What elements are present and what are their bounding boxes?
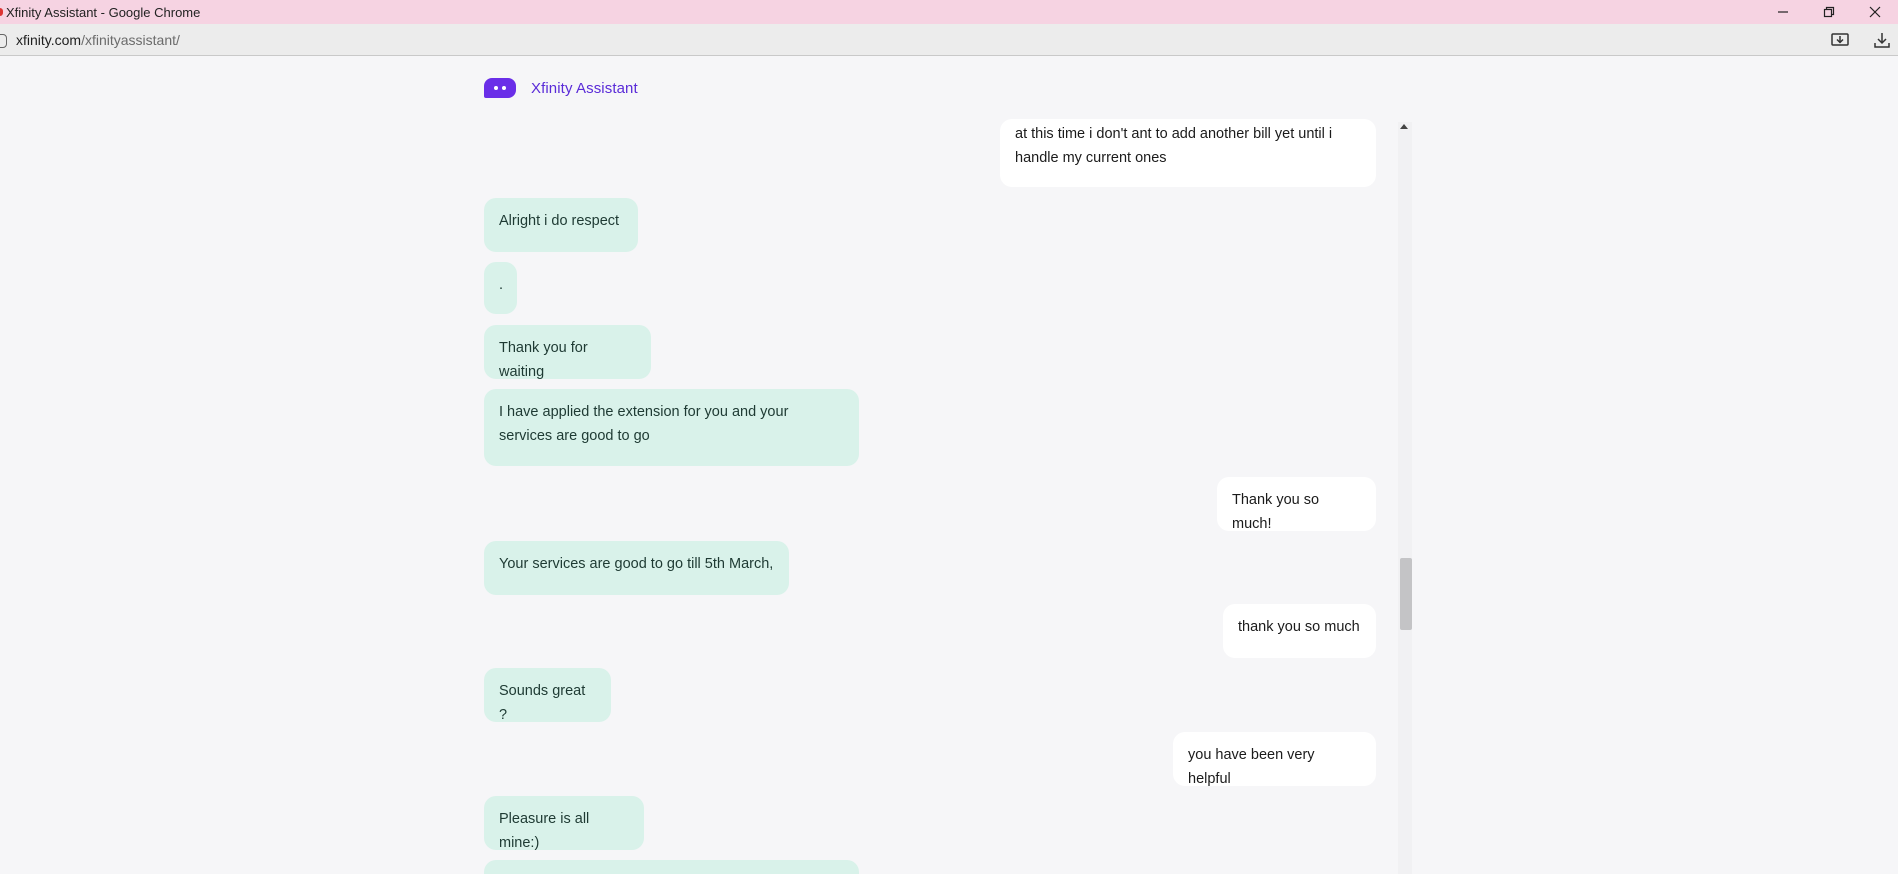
user-message: you have been very helpful bbox=[1173, 732, 1376, 787]
message-text: at this time i don't ant to add another … bbox=[1015, 126, 1333, 166]
restore-button[interactable] bbox=[1806, 0, 1852, 24]
close-button[interactable] bbox=[1852, 0, 1898, 24]
url-text[interactable]: xfinity.com/xfinityassistant/ bbox=[16, 32, 180, 48]
message-text: Thank you for waiting bbox=[499, 340, 588, 380]
scroll-up-arrow-icon[interactable] bbox=[1400, 124, 1408, 129]
chat-transcript[interactable]: at this time i don't ant to add another … bbox=[484, 100, 1376, 874]
close-icon bbox=[1869, 6, 1881, 18]
message-text: Alright i do respect bbox=[499, 213, 620, 229]
site-info-icon[interactable] bbox=[0, 34, 7, 48]
scrollbar-thumb[interactable] bbox=[1400, 558, 1412, 630]
message-text: Sounds great ? bbox=[499, 683, 586, 723]
browser-title-bar: Xfinity Assistant - Google Chrome bbox=[0, 0, 1898, 24]
url-host: xfinity.com bbox=[16, 32, 82, 48]
message-text: I have applied the extension for you and… bbox=[499, 404, 789, 444]
chat-scrollbar[interactable] bbox=[1398, 122, 1412, 874]
message-text: Thank you so much! bbox=[1232, 492, 1320, 532]
user-message: Thank you so much! bbox=[1217, 477, 1376, 532]
agent-message: I have applied the extension for you and… bbox=[484, 389, 859, 466]
message-text: you have been very helpful bbox=[1188, 747, 1315, 787]
message-text: Pleasure is all mine:) bbox=[499, 811, 590, 851]
window-controls bbox=[1760, 0, 1898, 24]
agent-message bbox=[484, 860, 859, 874]
window-title: Xfinity Assistant - Google Chrome bbox=[6, 4, 201, 20]
assistant-header: Xfinity Assistant bbox=[484, 78, 638, 98]
agent-message: Thank you for waiting bbox=[484, 325, 651, 380]
agent-message: Pleasure is all mine:) bbox=[484, 796, 644, 851]
download-icon bbox=[1874, 33, 1890, 48]
chat-bubble-logo-icon bbox=[484, 78, 516, 98]
message-text: thank you so much bbox=[1238, 619, 1360, 635]
minimize-button[interactable] bbox=[1760, 0, 1806, 24]
chrome-icon bbox=[0, 8, 3, 16]
minimize-icon bbox=[1778, 11, 1788, 13]
agent-message: Alright i do respect bbox=[484, 198, 638, 252]
address-bar[interactable]: xfinity.com/xfinityassistant/ bbox=[0, 24, 1898, 56]
downloads-button[interactable] bbox=[1871, 30, 1893, 50]
restore-icon bbox=[1823, 6, 1835, 18]
message-text: . bbox=[499, 277, 504, 293]
agent-message: Your services are good to go till 5th Ma… bbox=[484, 541, 789, 595]
user-message: at this time i don't ant to add another … bbox=[1000, 119, 1376, 187]
agent-message: Sounds great ? bbox=[484, 668, 611, 723]
install-app-button[interactable] bbox=[1829, 30, 1851, 50]
agent-message: . bbox=[484, 262, 517, 314]
user-message: thank you so much bbox=[1223, 604, 1376, 658]
install-app-icon bbox=[1831, 33, 1849, 46]
url-path: /xfinityassistant/ bbox=[81, 32, 180, 48]
assistant-title: Xfinity Assistant bbox=[531, 79, 638, 97]
message-text: Your services are good to go till 5th Ma… bbox=[499, 556, 774, 572]
